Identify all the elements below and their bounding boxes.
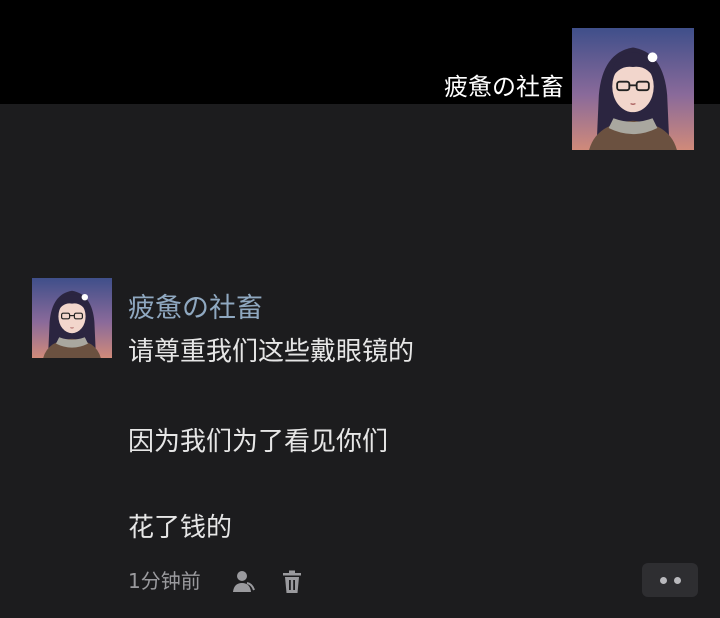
more-dots-icon — [673, 576, 681, 584]
anime-girl-glasses-avatar-icon — [572, 28, 694, 150]
comment-author-name[interactable]: 疲惫の社畜 — [128, 290, 263, 328]
header-username[interactable]: 疲惫の社畜 — [444, 70, 564, 104]
comment-timestamp: 1分钟前 — [128, 569, 201, 593]
anime-girl-glasses-avatar-icon — [32, 278, 112, 358]
more-options-button[interactable] — [642, 563, 698, 597]
header-avatar[interactable] — [572, 28, 694, 150]
trash-icon[interactable] — [278, 568, 306, 596]
comment-avatar[interactable] — [32, 278, 112, 358]
comment-text-line-1: 请尊重我们这些戴眼镜的 — [128, 337, 415, 367]
person-icon[interactable] — [230, 568, 258, 596]
comment-text-line-3: 花了钱的 — [128, 513, 233, 543]
more-dots-icon — [659, 576, 667, 584]
comment-text-line-2: 因为我们为了看见你们 — [128, 427, 389, 457]
